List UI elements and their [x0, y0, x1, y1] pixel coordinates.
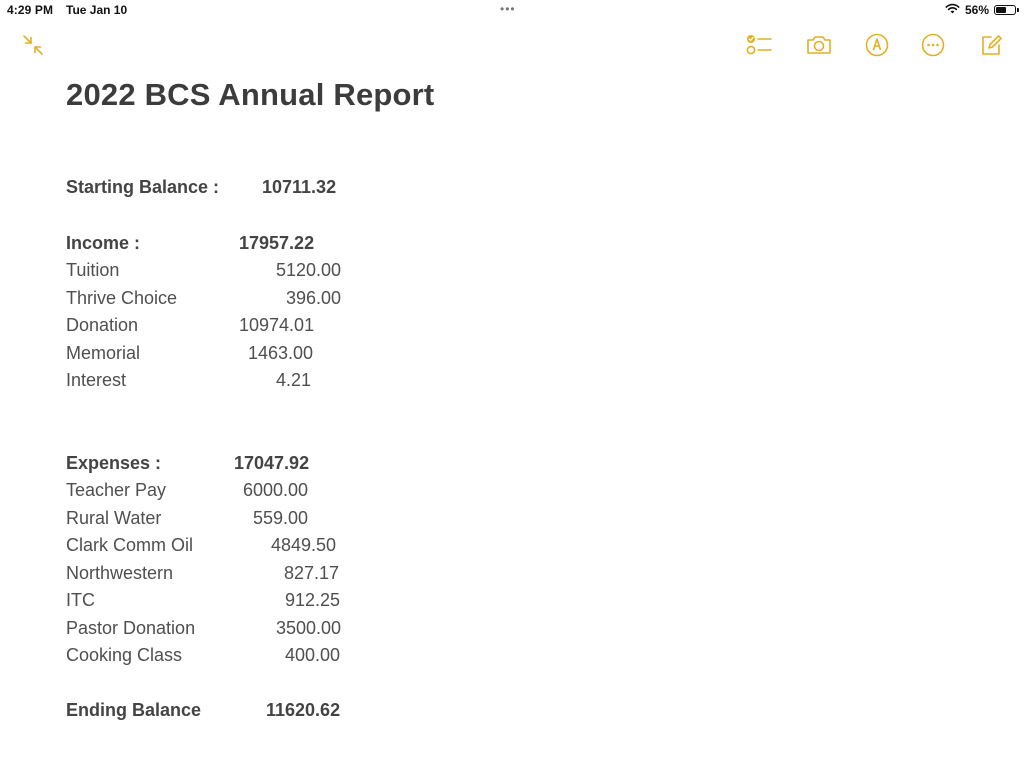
starting-balance-row[interactable]: Starting Balance : 10711.32: [66, 176, 336, 198]
item-label: Thrive Choice: [66, 288, 178, 308]
more-ellipsis-icon: [920, 32, 946, 58]
compose-button[interactable]: [976, 30, 1006, 60]
item-value: 4849.50: [271, 535, 337, 555]
battery-icon: [994, 5, 1019, 15]
checklist-icon: [745, 32, 773, 58]
income-label: Income :: [66, 233, 141, 253]
expenses-total-row[interactable]: Expenses : 17047.92: [66, 452, 309, 474]
item-label: Donation: [66, 315, 139, 335]
item-value: 4.21: [276, 370, 312, 390]
item-label: ITC: [66, 590, 95, 610]
item-value: 5120.00: [276, 260, 342, 280]
collapse-button[interactable]: [18, 30, 48, 60]
list-item[interactable]: Pastor Donation 3500.00: [66, 617, 341, 639]
camera-button[interactable]: [804, 30, 834, 60]
battery-fill: [996, 7, 1006, 13]
status-date: Tue Jan 10: [66, 3, 128, 17]
expenses-total-value: 17047.92: [234, 453, 310, 473]
item-label: Tuition: [66, 260, 120, 280]
item-label: Clark Comm Oil: [66, 535, 194, 555]
note-title[interactable]: 2022 BCS Annual Report: [66, 76, 434, 114]
wifi-icon: [945, 3, 960, 17]
multitasking-dots[interactable]: •••: [500, 2, 516, 16]
item-value: 10974.01: [239, 315, 315, 335]
more-button[interactable]: [918, 30, 948, 60]
battery-percent: 56%: [964, 3, 989, 17]
list-item[interactable]: Tuition 5120.00: [66, 259, 341, 281]
ending-balance-value: 11620.62: [266, 700, 341, 720]
list-item[interactable]: Northwestern 827.17: [66, 562, 339, 584]
list-item[interactable]: Clark Comm Oil 4849.50: [66, 534, 336, 556]
item-value: 396.00: [286, 288, 342, 308]
list-item[interactable]: Memorial 1463.00: [66, 342, 313, 364]
item-value: 6000.00: [243, 480, 309, 500]
item-value: 827.17: [284, 563, 340, 583]
markup-button[interactable]: [862, 30, 892, 60]
item-label: Interest: [66, 370, 127, 390]
status-bar: 4:29 PM Tue Jan 10 ••• 56%: [0, 0, 1024, 22]
list-item[interactable]: Donation 10974.01: [66, 314, 314, 336]
camera-icon: [805, 33, 833, 57]
list-item[interactable]: Interest 4.21: [66, 369, 311, 391]
list-item[interactable]: ITC 912.25: [66, 589, 340, 611]
item-label: Pastor Donation: [66, 618, 196, 638]
starting-balance-label: Starting Balance :: [66, 177, 220, 197]
ending-balance-label: Ending Balance: [66, 700, 202, 720]
item-value: 912.25: [285, 590, 341, 610]
item-label: Memorial: [66, 343, 141, 363]
compose-icon: [978, 32, 1004, 58]
starting-balance-value: 10711.32: [262, 177, 337, 197]
item-label: Teacher Pay: [66, 480, 167, 500]
list-item[interactable]: Cooking Class 400.00: [66, 644, 340, 666]
list-item[interactable]: Rural Water 559.00: [66, 507, 308, 529]
expenses-label: Expenses :: [66, 453, 162, 473]
checklist-button[interactable]: [744, 30, 774, 60]
income-total-row[interactable]: Income : 17957.22: [66, 232, 314, 254]
list-item[interactable]: Thrive Choice 396.00: [66, 287, 341, 309]
item-value: 400.00: [285, 645, 341, 665]
ending-balance-row[interactable]: Ending Balance 11620.62: [66, 699, 340, 721]
item-value: 559.00: [253, 508, 309, 528]
income-total-value: 17957.22: [239, 233, 315, 253]
status-indicators: 56%: [945, 3, 1019, 17]
status-time: 4:29 PM: [7, 3, 54, 17]
item-label: Cooking Class: [66, 645, 183, 665]
item-value: 3500.00: [276, 618, 342, 638]
list-item[interactable]: Teacher Pay 6000.00: [66, 479, 308, 501]
item-label: Northwestern: [66, 563, 174, 583]
item-label: Rural Water: [66, 508, 162, 528]
item-value: 1463.00: [248, 343, 314, 363]
markup-pen-icon: [864, 32, 890, 58]
note-body[interactable]: 2022 BCS Annual Report: [66, 76, 434, 114]
collapse-arrows-icon: [20, 32, 46, 58]
